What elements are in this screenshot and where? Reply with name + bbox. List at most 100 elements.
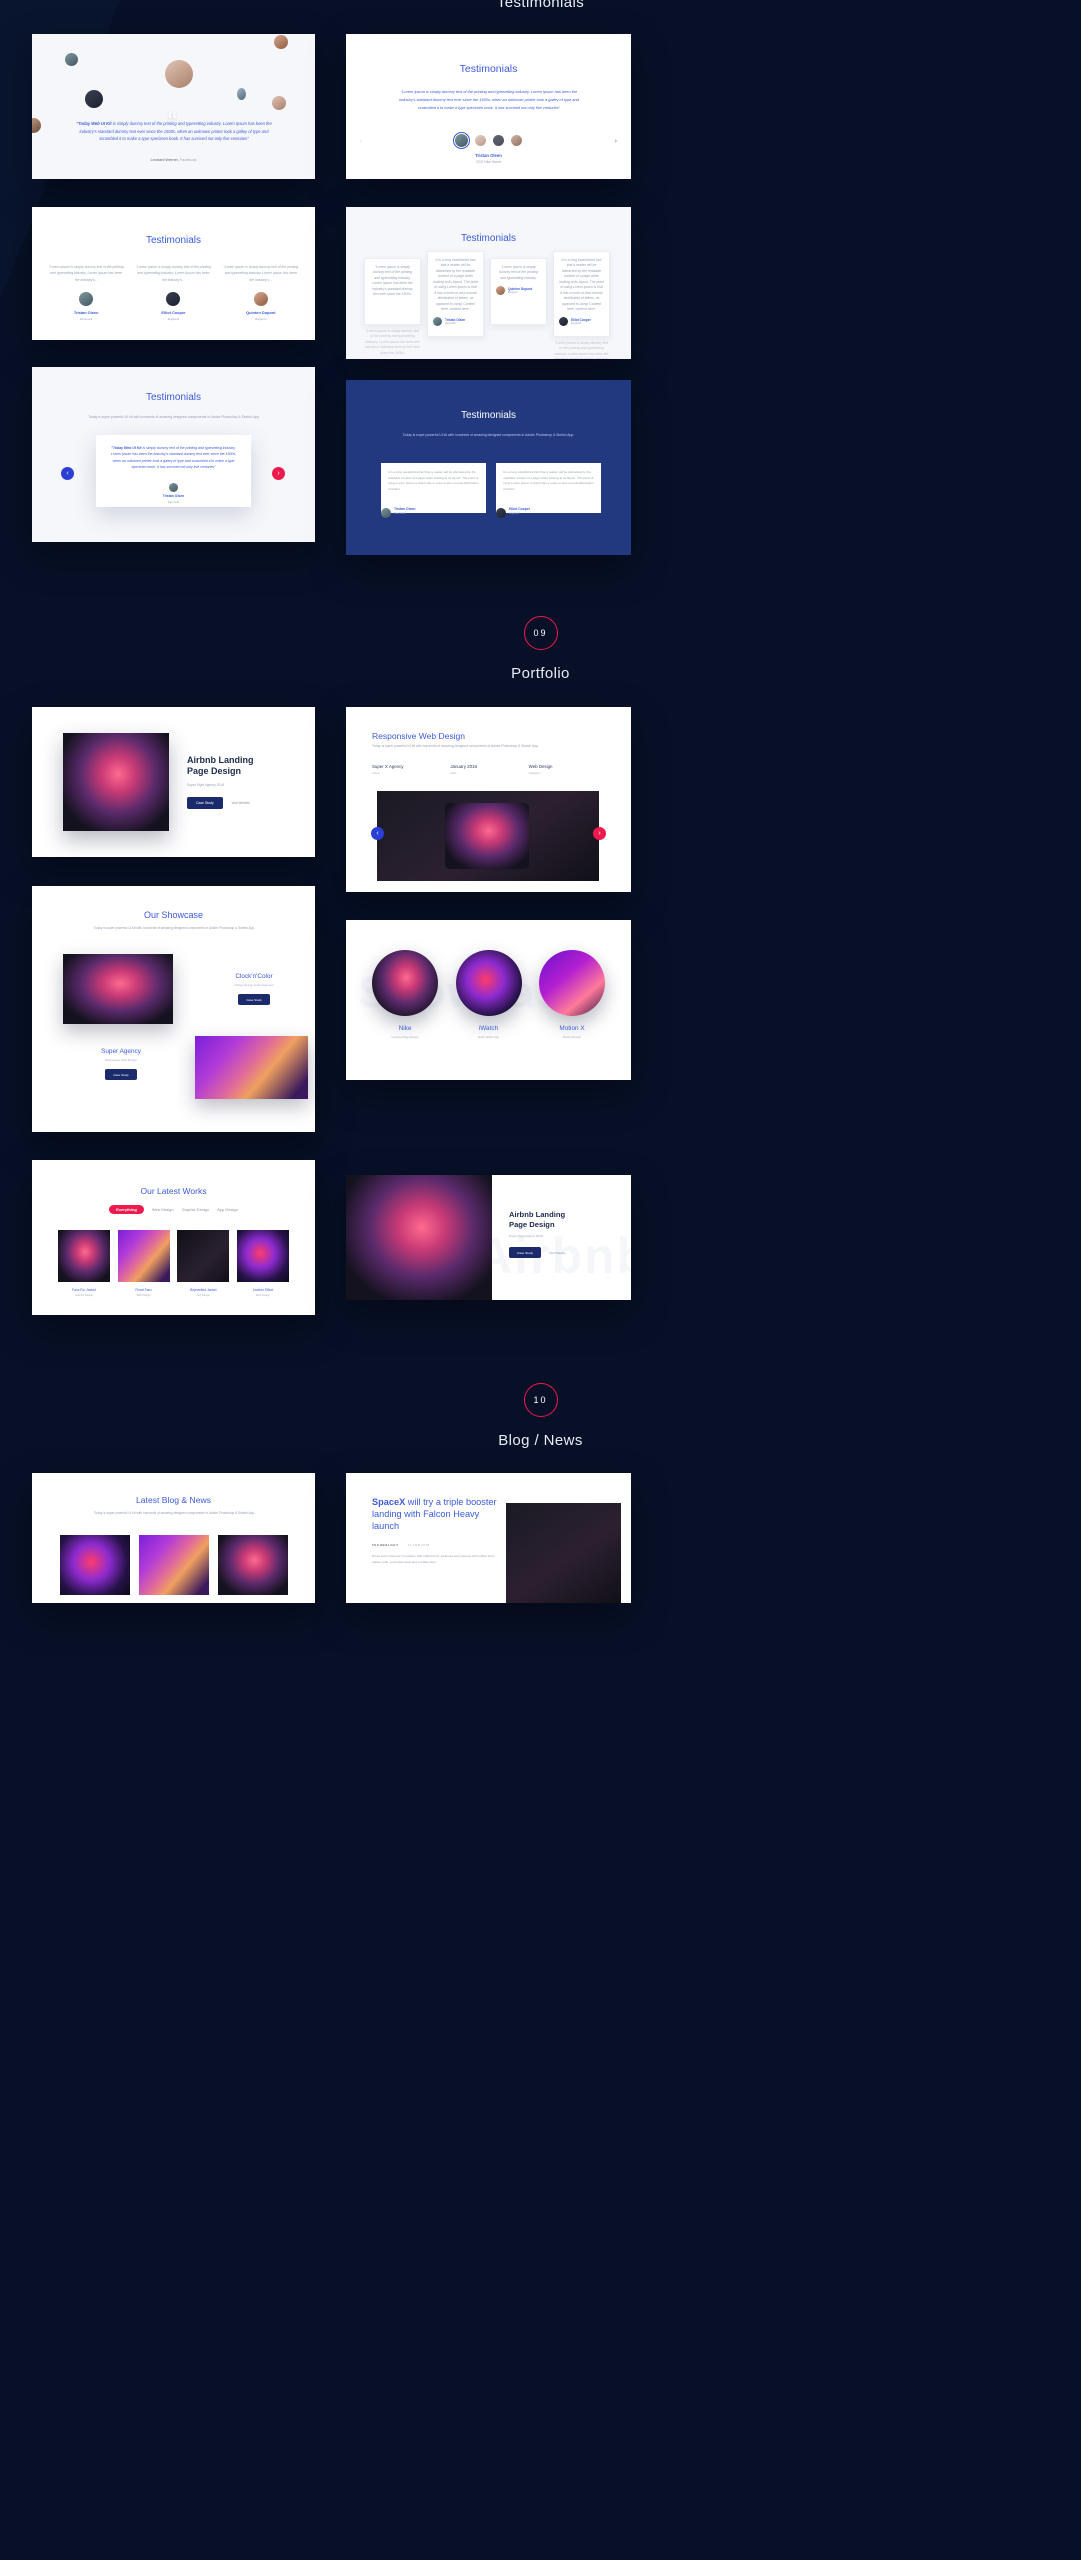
- slider-prev-arrow[interactable]: ‹: [360, 138, 362, 145]
- testimonial-quote: "Lorem Ipsum is simply dummy text of the…: [372, 265, 413, 297]
- slider-next-button[interactable]: ›: [272, 467, 285, 480]
- project-subtitle: App Design: [196, 1294, 211, 1297]
- slider-prev-button[interactable]: ‹: [371, 827, 384, 840]
- case-study-label: Case Study: [113, 1072, 129, 1077]
- slider-prev-button[interactable]: ‹: [61, 467, 74, 480]
- avatar: [166, 292, 181, 307]
- avatar[interactable]: [511, 135, 522, 146]
- portfolio-circle-item[interactable]: iWatch Apple Watch App: [455, 950, 522, 1039]
- project-title: Motion X: [559, 1025, 585, 1032]
- avatar: [65, 53, 78, 66]
- testimonial-tile: It is a long established fact that a rea…: [496, 463, 601, 513]
- avatar[interactable]: [475, 135, 486, 146]
- case-study-button[interactable]: Case Study: [105, 1069, 137, 1080]
- project-image: [177, 1230, 230, 1282]
- article-date: 13 FEB 2018: [407, 1542, 430, 1547]
- project-subtitle: Responsive Web Design: [105, 1058, 137, 1062]
- work-item[interactable]: Floral Faux Web Design: [117, 1230, 170, 1297]
- testimonial-country: England: [167, 316, 180, 321]
- project-subtitle: UI/App Design & Development: [234, 983, 274, 987]
- avatar[interactable]: [493, 135, 504, 146]
- testimonial-quote: "Lorem Ipsum is simply dummy text of the…: [223, 265, 299, 282]
- project-image: [63, 954, 173, 1024]
- testimonial-country: Denmark: [79, 316, 93, 321]
- project-title: Floral Faux: [135, 1288, 152, 1292]
- testimonial-column: "Lorem Ipsum is simply dummy text of the…: [48, 264, 124, 321]
- project-image: [539, 950, 605, 1016]
- avatar: [253, 292, 268, 307]
- visit-website-link[interactable]: Visit Website: [549, 1251, 566, 1255]
- testimonial-quote: It is a long established fact that a rea…: [503, 470, 594, 491]
- blog-card-latest: Latest Blog & News Today is super powerf…: [32, 1473, 315, 1603]
- meta-label: Web Design: [528, 764, 553, 769]
- testimonial-name: Tristan Olsen: [475, 153, 502, 158]
- testimonial-name: Elliot Cooper: [161, 310, 186, 316]
- testimonial-quote-overflow: "Lorem Ipsum is simply dummy text of the…: [365, 329, 420, 355]
- article-category: TECHNOLOGY: [372, 1542, 399, 1547]
- case-study-button[interactable]: Case Study: [187, 796, 223, 809]
- testimonial-country: Denmark: [167, 500, 180, 504]
- project-subtitle: Web Design: [255, 1294, 271, 1297]
- card-subtitle: Today is super powerful UI kit with hund…: [93, 926, 256, 930]
- page-root: Testimonials “ "Today Web UI Kit is simp…: [0, 0, 1081, 2560]
- meta-value: Category: [528, 771, 541, 775]
- work-item[interactable]: Bejewelled Jacket App Design: [177, 1230, 230, 1297]
- testimonial-country: Denmark: [394, 511, 406, 515]
- section-header-portfolio: 09 Portfolio: [0, 616, 1081, 682]
- device-screen: [445, 803, 529, 869]
- filter-tab-app-design[interactable]: App Design: [217, 1207, 238, 1212]
- filter-tab-graphic-design[interactable]: Graphic Design: [182, 1207, 210, 1212]
- case-study-label: Case Study: [246, 997, 262, 1002]
- project-image: [346, 1175, 492, 1300]
- slider-next-button[interactable]: ›: [593, 827, 606, 840]
- work-item[interactable]: Leather Effect Web Design: [236, 1230, 289, 1297]
- testimonial-author: Leonard Werner,: [150, 158, 179, 162]
- section-number: 10: [533, 1395, 548, 1405]
- testimonial-card-masonry: Testimonials "Lorem Ipsum is simply dumm…: [346, 207, 631, 359]
- project-image: [117, 1230, 170, 1282]
- project-meta-item: Super X Agency Client: [372, 764, 450, 775]
- testimonial-quote: "Lorem Ipsum is simply dummy text of the…: [136, 265, 211, 282]
- project-title: Airbnb Landing Page Design: [509, 1210, 566, 1229]
- case-study-label: Case Study: [196, 800, 214, 805]
- case-study-label: Case Study: [517, 1250, 533, 1255]
- filter-tab-everything[interactable]: Everything: [109, 1205, 144, 1214]
- testimonial-quote: It is a long established fact that a rea…: [388, 470, 479, 491]
- blog-thumb[interactable]: [139, 1535, 209, 1595]
- filter-tab-web-design[interactable]: Web Design: [152, 1207, 174, 1212]
- case-study-button[interactable]: Case Study: [509, 1247, 541, 1259]
- work-item[interactable]: Faux Fur Jacket Graphic Design: [58, 1230, 110, 1297]
- blog-card-spacex: SpaceX will try a triple booster landing…: [346, 1473, 631, 1603]
- avatar: [433, 317, 442, 327]
- project-subtitle: Web Design: [136, 1294, 151, 1297]
- project-title: Nike: [398, 1025, 412, 1032]
- meta-label: Super X Agency: [372, 764, 404, 769]
- project-image: [236, 1230, 289, 1282]
- avatar-active[interactable]: [453, 132, 470, 149]
- testimonial-country: Denmark: [445, 322, 456, 326]
- testimonial-quote-highlight: "Today Web UI Kit: [76, 121, 112, 126]
- avatar: [237, 88, 246, 100]
- testimonial-card-navy: Testimonials Today is super powerful UI …: [346, 380, 631, 555]
- testimonial-quote: "Lorem Ipsum is simply dummy text of the…: [399, 89, 579, 110]
- testimonial-name: Tristan Olsen: [73, 310, 99, 316]
- case-study-button[interactable]: Case Study: [238, 994, 270, 1005]
- blog-thumb[interactable]: [60, 1535, 130, 1595]
- testimonial-quote: It is a long established fact that a rea…: [559, 258, 604, 311]
- portfolio-circle-item[interactable]: Nike Landing Page Design: [372, 950, 438, 1039]
- portfolio-circle-item[interactable]: Motion X Motion Design: [539, 950, 605, 1039]
- section-number: 09: [533, 628, 548, 638]
- card-subtitle: Today is super powerful UI kit with hund…: [88, 415, 260, 419]
- testimonial-country: Belgium: [508, 291, 518, 295]
- blog-thumb[interactable]: [218, 1535, 288, 1595]
- slider-next-arrow[interactable]: ›: [615, 138, 617, 145]
- project-meta-item: January 2018 Date: [450, 764, 528, 775]
- testimonial-tile: It is a long established fact that a rea…: [553, 251, 610, 337]
- project-image: [455, 950, 522, 1016]
- testimonial-name: Tristan Olsen: [162, 494, 185, 498]
- section-number-badge: 09: [523, 616, 558, 650]
- project-image: [372, 950, 438, 1016]
- project-image: [377, 791, 599, 881]
- visit-website-link[interactable]: Visit Website: [232, 801, 250, 805]
- avatar: [496, 508, 506, 518]
